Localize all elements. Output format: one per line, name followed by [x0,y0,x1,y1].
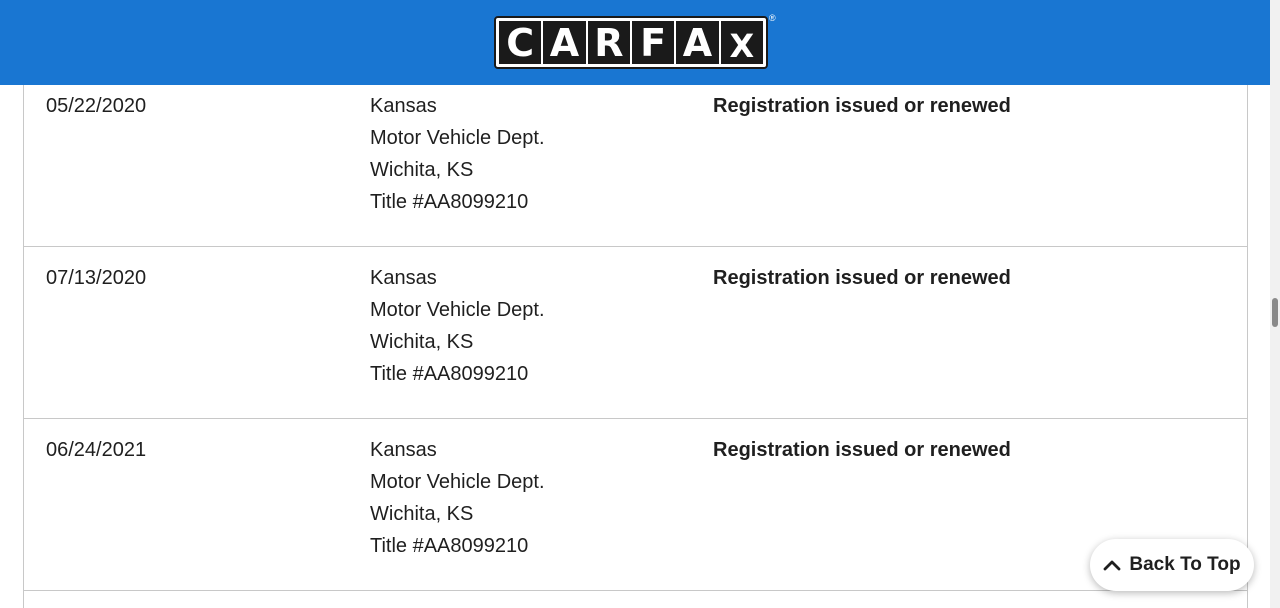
record-source: Kansas Motor Vehicle Dept. Wichita, KS T… [370,90,545,218]
scrollbar-thumb[interactable] [1272,298,1278,327]
logo-letter: F [631,21,675,64]
table-row: 07/13/2020 Kansas Motor Vehicle Dept. Wi… [24,247,1247,419]
record-source: Kansas Motor Vehicle Dept. Wichita, KS T… [370,262,545,390]
source-line: Title #AA8099210 [370,191,529,213]
scrollbar[interactable] [1270,0,1280,608]
record-event: Registration issued or renewed [713,267,1011,289]
table-row: 05/22/2020 Kansas Motor Vehicle Dept. Wi… [24,75,1247,247]
record-source: Kansas Motor Vehicle Dept. Wichita, KS T… [370,434,545,562]
source-line: Motor Vehicle Dept. [370,127,545,149]
logo-letter: R [587,21,630,64]
source-line: Kansas [370,439,437,461]
source-line: Wichita, KS [370,159,474,181]
back-to-top-button[interactable]: Back To Top [1090,539,1254,591]
history-table: 05/22/2020 Kansas Motor Vehicle Dept. Wi… [23,85,1248,608]
chevron-up-icon [1103,560,1121,571]
carfax-logo[interactable]: C A R F A X [494,16,768,69]
source-line: Motor Vehicle Dept. [370,471,545,493]
source-line: Motor Vehicle Dept. [370,299,545,321]
record-date: 07/13/2020 [46,267,147,289]
source-line: Wichita, KS [370,331,474,353]
source-line: Title #AA8099210 [370,363,529,385]
source-line: Kansas [370,95,437,117]
record-event: Registration issued or renewed [713,439,1011,461]
registered-mark: ® [769,13,776,23]
header-bar: C A R F A X ® [0,0,1270,85]
logo-letter: X [720,21,763,64]
logo-letter: A [543,21,586,64]
source-line: Wichita, KS [370,503,474,525]
logo-letter: C [499,21,542,64]
record-date: 05/22/2020 [46,95,147,117]
table-row: 06/24/2021 Kansas Motor Vehicle Dept. Wi… [24,419,1247,591]
source-line: Kansas [370,267,437,289]
record-event: Registration issued or renewed [713,95,1011,117]
back-to-top-label: Back To Top [1129,554,1241,575]
logo-letter: A [676,21,719,64]
record-date: 06/24/2021 [46,439,147,461]
source-line: Title #AA8099210 [370,535,529,557]
